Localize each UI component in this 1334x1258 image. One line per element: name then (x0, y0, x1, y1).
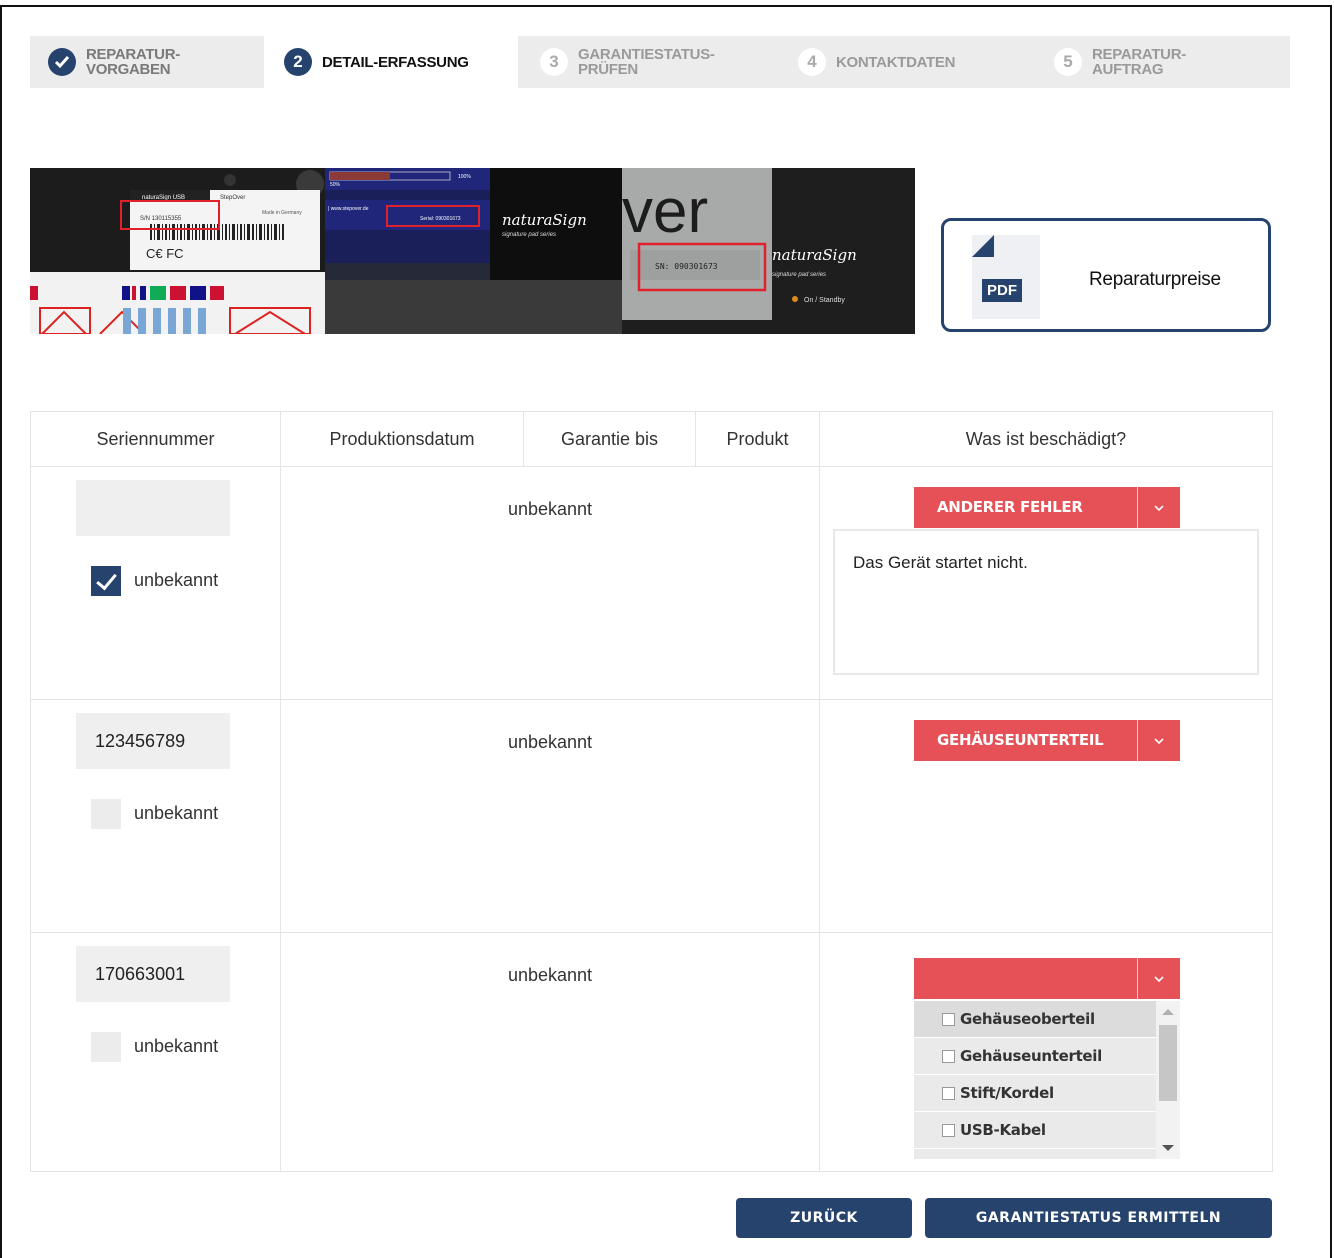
table-row: unbekannt unbekannt Anderer Fehler Das G… (31, 467, 1272, 700)
step-number: 2 (284, 48, 312, 76)
damage-dropdown-value: Gehäuseunterteil (937, 731, 1104, 749)
step-label: Detail-Erfassung (322, 53, 469, 71)
option-stift-kordel[interactable]: Stift/Kordel (914, 1075, 1156, 1112)
option-checkbox[interactable] (942, 1013, 955, 1026)
unknown-label: unbekannt (134, 570, 219, 590)
step-label: Reparatur- Auftrag (1092, 46, 1186, 78)
serial-input[interactable] (76, 713, 230, 769)
unknown-checkbox[interactable] (91, 799, 121, 829)
step-garantiestatus-pruefen[interactable]: 3 Garantiestatus- prüfen (518, 36, 780, 88)
step-label: Garantiestatus- prüfen (578, 46, 715, 78)
brand-script-1: naturaSign (502, 211, 587, 229)
brand-script-2: naturaSign (772, 246, 857, 264)
damage-dropdown[interactable] (914, 958, 1180, 999)
device-table: Seriennummer Produktionsdatum Garantie b… (30, 411, 1273, 1172)
serial-cell: unbekannt (31, 933, 281, 1171)
option-checkbox[interactable] (942, 1087, 955, 1100)
col-header-produktionsdatum: Produktionsdatum (281, 412, 524, 466)
serial-cell: unbekannt (31, 467, 281, 699)
option-gehaeuseunterteil[interactable]: Gehäuseunterteil (914, 1038, 1156, 1075)
brand-sub-2: signature pad series (772, 272, 826, 278)
damage-cell: Gehäuseunterteil (820, 700, 1272, 932)
option-checkbox[interactable] (942, 1124, 955, 1137)
option-label: Gehäuseoberteil (960, 1010, 1095, 1028)
damage-cell: Anderer Fehler Das Gerät startet nicht. (820, 467, 1272, 699)
step-reparatur-auftrag[interactable]: 5 Reparatur- Auftrag (1034, 36, 1290, 88)
damage-dropdown-value: Anderer Fehler (937, 498, 1083, 516)
status-text: unbekannt (507, 965, 593, 985)
step-number: 4 (798, 48, 826, 76)
option-label: Stift/Kordel (960, 1084, 1054, 1102)
info-cell: unbekannt (281, 933, 820, 1171)
sn-plate: SN: 090301673 (655, 262, 718, 271)
svg-text:C€ FC: C€ FC (146, 246, 184, 261)
unknown-label: unbekannt (134, 1036, 219, 1056)
label1-sn: S/N 130115355 (140, 216, 182, 222)
options-scrollbar[interactable] (1156, 1001, 1180, 1159)
chevron-down-icon[interactable] (1138, 958, 1180, 999)
price-list-pdf-link[interactable]: PDF Reparaturpreise (941, 218, 1271, 332)
step-number: 3 (540, 48, 568, 76)
step-label: Kontaktdaten (836, 53, 956, 71)
unknown-checkbox[interactable] (91, 566, 121, 596)
scrollbar-thumb[interactable] (1159, 1025, 1177, 1101)
col-header-produkt: Produkt (696, 412, 820, 466)
checkmark-icon (48, 48, 76, 76)
damage-description-textarea[interactable]: Das Gerät startet nicht. (833, 529, 1259, 675)
step-reparatur-vorgaben[interactable]: Reparatur- Vorgaben (30, 36, 266, 88)
scroll-up-icon[interactable] (1162, 1009, 1174, 1015)
serial-input[interactable] (76, 480, 230, 536)
info-cell: unbekannt (281, 467, 820, 699)
status-text: unbekannt (507, 732, 593, 752)
check-warranty-button[interactable]: Garantiestatus ermitteln (925, 1198, 1272, 1238)
option-label: USB-Kabel (960, 1121, 1046, 1139)
option-checkbox[interactable] (942, 1050, 955, 1063)
scroll-down-icon[interactable] (1162, 1145, 1174, 1151)
option-usb-kabel[interactable]: USB-Kabel (914, 1112, 1156, 1149)
step-detail-erfassung[interactable]: 2 Detail-Erfassung (264, 36, 522, 88)
unknown-checkbox[interactable] (91, 1032, 121, 1062)
damage-dropdown[interactable]: Anderer Fehler (914, 487, 1180, 528)
pdf-file-icon: PDF (972, 235, 1040, 319)
unknown-label: unbekannt (134, 803, 219, 823)
table-row: unbekannt unbekannt Gehäuseoberteil G (31, 933, 1272, 1171)
pdf-badge: PDF (982, 279, 1022, 302)
status-text: unbekannt (507, 499, 593, 519)
col-header-schaden: Was ist beschädigt? (965, 428, 1127, 449)
brand-sub-1: signature pad series (502, 232, 556, 238)
table-row: unbekannt unbekannt Gehäuseunterteil (31, 700, 1272, 933)
label1-germany: Made in Germany (262, 210, 302, 216)
info-cell: unbekannt (281, 700, 820, 932)
option-gehaeuseoberteil[interactable]: Gehäuseoberteil (914, 1001, 1156, 1038)
step-number: 5 (1054, 48, 1082, 76)
serial-input[interactable] (76, 946, 230, 1002)
chevron-down-icon[interactable] (1138, 720, 1180, 761)
table-header: Seriennummer Produktionsdatum Garantie b… (31, 412, 1272, 467)
step-kontaktdaten[interactable]: 4 Kontaktdaten (776, 36, 1038, 88)
label1-maker: StepOver (220, 195, 245, 201)
serial-cell: unbekannt (31, 700, 281, 932)
step-label: Reparatur- Vorgaben (86, 46, 180, 78)
damage-options-list: Gehäuseoberteil Gehäuseunterteil Stift/K… (914, 1001, 1180, 1159)
step-divider (248, 36, 264, 88)
col-header-seriennummer: Seriennummer (31, 412, 281, 466)
back-button[interactable]: Zurück (736, 1198, 912, 1238)
standby-label: On / Standby (804, 297, 845, 304)
pdf-title: Reparaturpreise (1089, 269, 1221, 290)
label2-serial: Serial: 090301673 (420, 216, 461, 222)
damage-cell: Gehäuseoberteil Gehäuseunterteil Stift/K… (820, 933, 1272, 1171)
svg-text:| www.stepover.de: | www.stepover.de (328, 206, 369, 212)
chevron-down-icon[interactable] (1138, 487, 1180, 528)
label2-pct: 100% (458, 174, 471, 180)
big-text: ver (622, 177, 708, 246)
step-divider (758, 36, 774, 88)
label2-half: 50% (330, 182, 341, 188)
serial-number-location-image: naturaSign USB StepOver Made in Germany … (30, 168, 915, 334)
step-divider (502, 36, 518, 88)
progress-stepper: Reparatur- Vorgaben 2 Detail-Erfassung 3… (30, 36, 1290, 88)
step-divider (1016, 36, 1032, 88)
option-label: Gehäuseunterteil (960, 1047, 1102, 1065)
damage-dropdown[interactable]: Gehäuseunterteil (914, 720, 1180, 761)
col-header-garantie-bis: Garantie bis (524, 412, 696, 466)
